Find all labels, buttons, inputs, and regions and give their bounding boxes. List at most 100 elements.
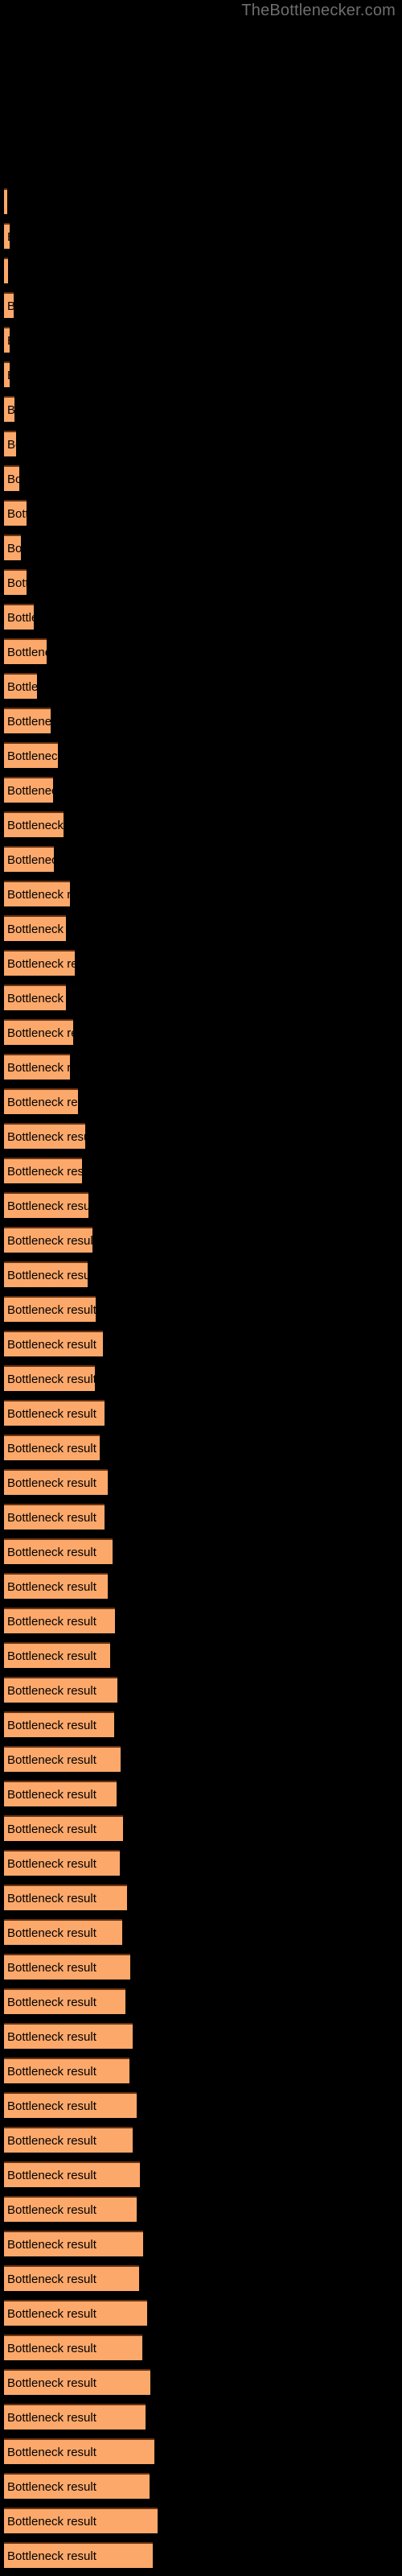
bar-row[interactable]: Bottleneck result [4, 465, 19, 491]
bar-row[interactable]: Bottleneck result [4, 811, 64, 837]
bar-row[interactable]: Bottleneck result [4, 1919, 122, 1945]
bar-row[interactable]: Bottleneck result [4, 2092, 137, 2118]
bar[interactable]: Bottleneck result [4, 1331, 103, 1356]
bar-row[interactable]: Bottleneck result [4, 2127, 133, 2153]
bar-row[interactable]: Bottleneck result [4, 258, 8, 283]
bar[interactable]: Bottleneck result [4, 1573, 108, 1599]
bar-row[interactable]: Bottleneck result [4, 708, 51, 733]
bar[interactable]: Bottleneck result [4, 1469, 108, 1495]
bar[interactable]: Bottleneck result [4, 1538, 113, 1564]
bar-row[interactable]: Bottleneck result [4, 1538, 113, 1564]
bar-row[interactable]: Bottleneck result [4, 1435, 100, 1460]
bar[interactable]: Bottleneck result [4, 500, 27, 526]
bar[interactable]: Bottleneck result [4, 777, 53, 803]
bar[interactable]: Bottleneck result [4, 2404, 146, 2429]
bar-row[interactable]: Bottleneck result [4, 188, 7, 214]
bar[interactable]: Bottleneck result [4, 708, 51, 733]
bar-row[interactable]: Bottleneck result [4, 2542, 153, 2568]
bar[interactable]: Bottleneck result [4, 1988, 125, 2014]
bar[interactable]: Bottleneck result [4, 2058, 129, 2083]
bar[interactable]: Bottleneck result [4, 2196, 137, 2222]
bar-row[interactable]: Bottleneck result [4, 1296, 96, 1322]
bar[interactable]: Bottleneck result [4, 223, 10, 249]
bar-row[interactable]: Bottleneck result [4, 846, 54, 872]
bar-row[interactable]: Bottleneck result [4, 1988, 125, 2014]
bar[interactable]: Bottleneck result [4, 985, 66, 1010]
bar-row[interactable]: Bottleneck result [4, 535, 21, 560]
bar-row[interactable]: Bottleneck result [4, 500, 27, 526]
bar-row[interactable]: Bottleneck result [4, 327, 10, 353]
bar-row[interactable]: Bottleneck result [4, 1261, 88, 1287]
bar[interactable]: Bottleneck result [4, 1504, 105, 1530]
bar-row[interactable]: Bottleneck result [4, 2196, 137, 2222]
bar-row[interactable]: Bottleneck result [4, 1642, 110, 1668]
bar[interactable]: Bottleneck result [4, 1815, 123, 1841]
bar-row[interactable]: Bottleneck result [4, 431, 16, 456]
bar[interactable]: Bottleneck result [4, 1850, 120, 1876]
bar[interactable]: Bottleneck result [4, 1019, 73, 1045]
bar-row[interactable]: Bottleneck result [4, 2231, 143, 2256]
bar-row[interactable]: Bottleneck result [4, 2161, 140, 2187]
bar[interactable]: Bottleneck result [4, 915, 66, 941]
bar-row[interactable]: Bottleneck result [4, 1469, 108, 1495]
bar[interactable]: Bottleneck result [4, 604, 34, 630]
bar[interactable]: Bottleneck result [4, 2023, 133, 2049]
bar-row[interactable]: Bottleneck result [4, 2058, 129, 2083]
bar[interactable]: Bottleneck result [4, 950, 75, 976]
bar-row[interactable]: Bottleneck result [4, 742, 58, 768]
bar[interactable]: Bottleneck result [4, 2300, 147, 2326]
bar[interactable]: Bottleneck result [4, 1642, 110, 1668]
bar[interactable]: Bottleneck result [4, 361, 10, 387]
bar-row[interactable]: Bottleneck result [4, 292, 14, 318]
bar[interactable]: Bottleneck result [4, 1400, 105, 1426]
bar[interactable]: Bottleneck result [4, 1192, 88, 1218]
bar-row[interactable]: Bottleneck result [4, 950, 75, 976]
bar[interactable]: Bottleneck result [4, 2334, 142, 2360]
bar[interactable]: Bottleneck result [4, 1123, 85, 1149]
bar[interactable]: Bottleneck result [4, 846, 54, 872]
bar[interactable]: Bottleneck result [4, 2542, 153, 2568]
bar[interactable]: Bottleneck result [4, 881, 70, 906]
bar-row[interactable]: Bottleneck result [4, 1504, 105, 1530]
bar-row[interactable]: Bottleneck result [4, 361, 10, 387]
bar-row[interactable]: Bottleneck result [4, 2369, 150, 2395]
bar[interactable]: Bottleneck result [4, 638, 47, 664]
bar-row[interactable]: Bottleneck result [4, 2300, 147, 2326]
bar[interactable]: Bottleneck result [4, 1711, 114, 1737]
bar[interactable]: Bottleneck result [4, 2161, 140, 2187]
bar[interactable]: Bottleneck result [4, 465, 19, 491]
bar-row[interactable]: Bottleneck result [4, 1608, 115, 1633]
bar[interactable]: Bottleneck result [4, 1227, 92, 1253]
bar-row[interactable]: Bottleneck result [4, 396, 14, 422]
bar-row[interactable]: Bottleneck result [4, 2404, 146, 2429]
bar[interactable]: Bottleneck result [4, 673, 37, 699]
bar[interactable]: Bottleneck result [4, 811, 64, 837]
bar-row[interactable]: Bottleneck result [4, 2265, 139, 2291]
bar[interactable]: Bottleneck result [4, 1261, 88, 1287]
bar-row[interactable]: Bottleneck result [4, 1711, 114, 1737]
bar[interactable]: Bottleneck result [4, 1919, 122, 1945]
bar[interactable]: Bottleneck result [4, 1158, 82, 1183]
bar-row[interactable]: Bottleneck result [4, 2023, 133, 2049]
bar-row[interactable]: Bottleneck result [4, 915, 66, 941]
bar[interactable]: Bottleneck result [4, 292, 14, 318]
bar[interactable]: Bottleneck result [4, 2369, 150, 2395]
bar-row[interactable]: Bottleneck result [4, 673, 37, 699]
bar-row[interactable]: Bottleneck result [4, 1885, 127, 1910]
bar-row[interactable]: Bottleneck result [4, 1781, 117, 1806]
bar[interactable]: Bottleneck result [4, 2508, 158, 2533]
bar-row[interactable]: Bottleneck result [4, 1746, 121, 1772]
bar[interactable]: Bottleneck result [4, 2473, 150, 2499]
bar-row[interactable]: Bottleneck result [4, 1227, 92, 1253]
bar[interactable]: Bottleneck result [4, 1608, 115, 1633]
bar-row[interactable]: Bottleneck result [4, 1815, 123, 1841]
bar[interactable]: Bottleneck result [4, 1781, 117, 1806]
bar-row[interactable]: Bottleneck result [4, 881, 70, 906]
bar-row[interactable]: Bottleneck result [4, 1850, 120, 1876]
bar-row[interactable]: Bottleneck result [4, 604, 34, 630]
bar-row[interactable]: Bottleneck result [4, 1192, 88, 1218]
bar[interactable]: Bottleneck result [4, 1365, 95, 1391]
bar[interactable]: Bottleneck result [4, 1677, 117, 1703]
bar-row[interactable]: Bottleneck result [4, 223, 10, 249]
bar[interactable]: Bottleneck result [4, 569, 27, 595]
